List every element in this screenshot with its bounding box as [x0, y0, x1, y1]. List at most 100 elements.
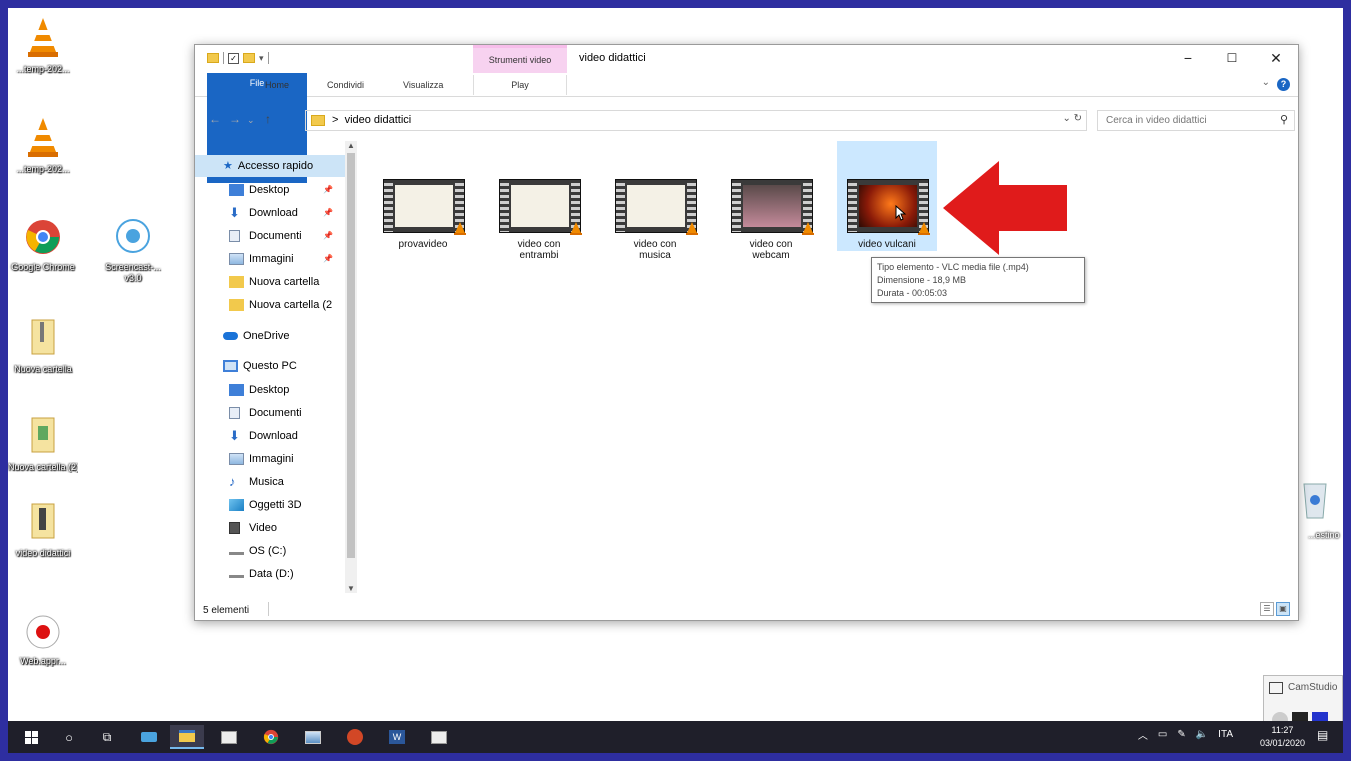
clock[interactable]: 11:27 03/01/2020	[1260, 724, 1305, 750]
vlc-icon	[570, 222, 582, 235]
close-button[interactable]: ✕	[1254, 47, 1298, 71]
photos-taskbar-icon[interactable]	[296, 725, 330, 749]
file-item[interactable]: video con webcam	[721, 141, 821, 261]
large-icons-view-icon[interactable]: ▣	[1276, 602, 1290, 616]
expand-ribbon-icon[interactable]: ⌄	[1262, 77, 1270, 88]
taskbar-app-icon[interactable]	[132, 725, 166, 749]
minimize-button[interactable]: −	[1166, 47, 1210, 71]
film-perforation	[732, 180, 741, 232]
mouse-cursor-icon	[895, 205, 907, 221]
desktop-icon-folder-1[interactable]: Nuova cartella	[8, 318, 78, 375]
forward-arrow-icon[interactable]: →	[229, 112, 241, 126]
video-thumbnail	[383, 179, 466, 235]
nav-item-quick-access[interactable]: ★ Accesso rapido	[195, 155, 345, 177]
address-bar[interactable]: > video didattici ⌄ ↻	[305, 110, 1087, 131]
nav-item-documenti[interactable]: Documenti 📌	[195, 225, 345, 247]
tab-play[interactable]: Play	[473, 75, 567, 95]
nav-item-download[interactable]: ⬇ Download 📌	[195, 202, 345, 224]
language-indicator[interactable]: ITA	[1218, 729, 1233, 740]
tab-home[interactable]: Home	[257, 75, 297, 95]
nav-item-pc-immagini[interactable]: Immagini	[195, 448, 345, 470]
desktop-icon-label: Nuova cartella (2)	[8, 462, 78, 472]
clock-time: 11:27	[1271, 725, 1294, 735]
nav-item-pc-video[interactable]: Video	[195, 517, 345, 539]
nav-item-desktop[interactable]: Desktop 📌	[195, 179, 345, 201]
desktop-icon-chrome[interactable]: Google Chrome	[8, 218, 78, 273]
nav-item-label: Download	[249, 207, 298, 219]
nav-item-nuova-cartella-2[interactable]: Nuova cartella (2	[195, 294, 345, 316]
tab-visualizza[interactable]: Visualizza	[395, 75, 451, 95]
new-folder-icon[interactable]	[243, 53, 255, 63]
desktop-icon-video-didattici[interactable]: video didattici	[8, 502, 78, 559]
taskbar-app-icon[interactable]	[422, 725, 456, 749]
nav-item-pc-os-c[interactable]: OS (C:)	[195, 540, 345, 562]
taskbar-window-icon[interactable]	[212, 725, 246, 749]
details-view-icon[interactable]: ☰	[1260, 602, 1274, 616]
help-icon[interactable]: ?	[1277, 78, 1290, 91]
desktop-icon-screencast[interactable]: Screencast-... v3.0	[98, 216, 168, 284]
screen: ...temp-202... ...temp-202... Google Chr…	[8, 8, 1343, 753]
nav-item-immagini[interactable]: Immagini 📌	[195, 248, 345, 270]
desktop-icon-vlc-1[interactable]: ...temp-202...	[8, 16, 78, 75]
nav-item-pc-oggetti-3d[interactable]: Oggetti 3D	[195, 494, 345, 516]
nav-item-pc-musica[interactable]: ♪ Musica	[195, 471, 345, 493]
address-dropdown-and-refresh-icon[interactable]: ⌄ ↻	[1062, 113, 1082, 124]
windows-start-icon[interactable]	[14, 725, 48, 749]
file-name: video con entrambi	[517, 239, 561, 261]
desktop-icon-folder-2[interactable]: Nuova cartella (2)	[8, 416, 78, 473]
file-item-selected[interactable]: video vulcani	[837, 141, 937, 251]
nav-item-pc-download[interactable]: ⬇ Download	[195, 425, 345, 447]
show-hidden-icons-icon[interactable]: ︿	[1138, 727, 1148, 742]
nav-scrollbar[interactable]: ▲ ▼	[345, 141, 357, 593]
task-view-icon[interactable]: ⧉	[90, 725, 124, 749]
tooltip-duration: Durata - 00:05:03	[877, 288, 948, 298]
path-segment[interactable]: video didattici	[345, 114, 412, 126]
file-name: video vulcani	[858, 239, 916, 250]
nav-item-onedrive[interactable]: OneDrive	[195, 325, 345, 347]
pin-icon: 📌	[323, 185, 333, 194]
search-box[interactable]: ⚲	[1097, 110, 1295, 131]
video-thumbnail	[847, 179, 930, 235]
desktop-icon-web-app[interactable]: Web.appr...	[8, 614, 78, 667]
nav-item-pc-data-d[interactable]: Data (D:)	[195, 563, 345, 585]
file-item[interactable]: video con entrambi	[489, 141, 589, 261]
scroll-up-arrow-icon[interactable]: ▲	[347, 141, 355, 150]
nav-item-nuova-cartella[interactable]: Nuova cartella	[195, 271, 345, 293]
nav-item-pc-documenti[interactable]: Documenti	[195, 402, 345, 424]
document-icon	[229, 230, 240, 242]
back-arrow-icon[interactable]: ←	[209, 112, 221, 126]
maximize-button[interactable]: ☐	[1210, 47, 1254, 71]
nav-item-label: Download	[249, 430, 298, 442]
customize-qat-icon[interactable]: ▾	[259, 53, 264, 64]
search-input[interactable]	[1098, 111, 1268, 130]
chrome-taskbar-icon[interactable]	[254, 725, 288, 749]
volume-icon[interactable]: 🔈	[1196, 729, 1208, 740]
camstudio-icon	[1269, 682, 1283, 694]
download-icon: ⬇	[229, 428, 240, 443]
desktop-icon-label: Google Chrome	[11, 262, 75, 272]
nav-item-label: Immagini	[249, 253, 294, 265]
file-item[interactable]: video con musica	[605, 141, 705, 261]
scroll-down-arrow-icon[interactable]: ▼	[347, 584, 355, 593]
search-circle-icon[interactable]: ○	[52, 725, 86, 749]
up-arrow-icon[interactable]: ↑	[265, 112, 271, 126]
network-icon[interactable]: ▭	[1158, 729, 1167, 740]
recent-locations-icon[interactable]: ⌄	[247, 115, 255, 126]
file-explorer-taskbar-icon[interactable]	[170, 725, 204, 749]
clock-date: 03/01/2020	[1259, 738, 1305, 748]
desktop-icon-recycle-bin[interactable]: ...estino	[1298, 478, 1343, 540]
notification-icon[interactable]: ▤	[1317, 728, 1333, 744]
powerpoint-taskbar-icon[interactable]	[338, 725, 372, 749]
nav-item-pc-desktop[interactable]: Desktop	[195, 379, 345, 401]
scrollbar-thumb[interactable]	[347, 153, 355, 558]
file-name: video con musica	[633, 239, 677, 261]
pen-icon[interactable]: ✎	[1177, 729, 1185, 740]
file-item[interactable]: provavideo	[373, 141, 473, 251]
tab-condividi[interactable]: Condividi	[319, 75, 372, 95]
desktop-icon-vlc-2[interactable]: ...temp-202...	[8, 116, 78, 175]
word-taskbar-icon[interactable]: W	[380, 725, 414, 749]
nav-item-questo-pc[interactable]: Questo PC	[195, 355, 345, 377]
ribbon-tabs: File Home Condividi Visualizza Play ⌄ ?	[195, 73, 1298, 183]
separator	[267, 52, 269, 64]
properties-icon[interactable]: ✓	[228, 52, 239, 64]
